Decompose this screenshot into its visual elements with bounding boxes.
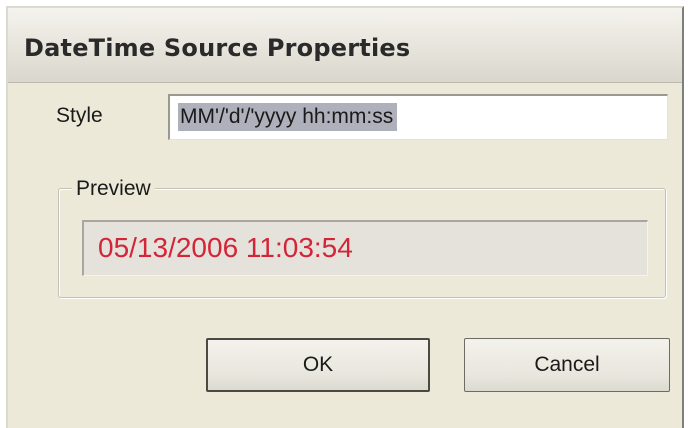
preview-box: 05/13/2006 11:03:54: [82, 220, 648, 276]
dialog-title: DateTime Source Properties: [24, 34, 411, 62]
style-label: Style: [56, 104, 103, 127]
title-bar[interactable]: DateTime Source Properties: [8, 8, 682, 83]
preview-legend: Preview: [72, 176, 155, 202]
cancel-button[interactable]: Cancel: [464, 338, 670, 392]
preview-value: 05/13/2006 11:03:54: [98, 232, 353, 263]
style-input[interactable]: [168, 94, 668, 140]
ok-button[interactable]: OK: [206, 338, 430, 392]
datetime-source-properties-dialog: DateTime Source Properties Style MM'/'d'…: [6, 6, 684, 428]
